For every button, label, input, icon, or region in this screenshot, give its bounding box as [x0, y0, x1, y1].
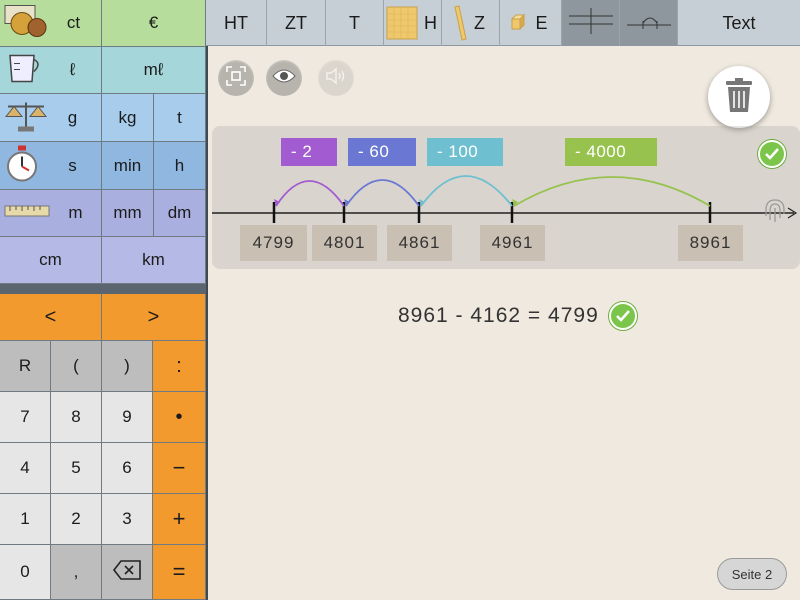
- unit-kilometer-button[interactable]: km: [102, 237, 206, 284]
- jump-arc-60: [345, 179, 420, 207]
- audio-button[interactable]: [318, 60, 354, 96]
- unit-centimeter-button[interactable]: cm: [0, 237, 102, 284]
- workspace: - 2 - 60 - 100 - 4000 4799 4801 4861 496…: [206, 46, 800, 600]
- unit-second-button[interactable]: s: [0, 142, 102, 190]
- equation-check-icon: [608, 302, 637, 330]
- trash-icon: [724, 77, 754, 118]
- key-4[interactable]: 4: [0, 443, 51, 494]
- key-open-paren[interactable]: (: [51, 341, 102, 392]
- hundred-block-icon: [386, 6, 418, 45]
- speaker-icon: [325, 66, 347, 90]
- jump-arc-4000: [513, 176, 711, 207]
- eye-icon: [272, 68, 296, 89]
- unit-hour-button[interactable]: h: [154, 142, 206, 190]
- page-button[interactable]: Seite 2: [717, 558, 787, 590]
- table-lines-icon: [567, 6, 615, 41]
- jump-label-60: - 60: [348, 138, 416, 166]
- jump-arc-100: [420, 175, 513, 207]
- equation-display: 8961 - 4162 = 4799: [398, 302, 637, 330]
- greater-than-button[interactable]: >: [102, 294, 206, 341]
- place-value-table-button[interactable]: [562, 0, 620, 46]
- key-equals[interactable]: =: [153, 545, 206, 600]
- key-0[interactable]: 0: [0, 545, 51, 600]
- unit-ct-button[interactable]: ct: [0, 0, 102, 47]
- key-multiply[interactable]: •: [153, 392, 206, 443]
- unit-euro-button[interactable]: €: [102, 0, 206, 47]
- key-backspace[interactable]: [102, 545, 153, 600]
- key-1[interactable]: 1: [0, 494, 51, 545]
- trash-button[interactable]: [708, 66, 770, 128]
- jump-label-4000: - 4000: [565, 138, 657, 166]
- tick-label-4801: 4801: [312, 225, 377, 261]
- key-close-paren[interactable]: ): [102, 341, 153, 392]
- tab-z[interactable]: Z: [442, 0, 500, 46]
- key-2[interactable]: 2: [51, 494, 102, 545]
- scan-button[interactable]: [218, 60, 254, 96]
- less-than-button[interactable]: <: [0, 294, 102, 341]
- unit-meter-button[interactable]: m: [0, 190, 102, 237]
- scale-icon: [4, 96, 48, 139]
- key-7[interactable]: 7: [0, 392, 51, 443]
- tab-h[interactable]: H: [384, 0, 442, 46]
- jump-label-100: - 100: [427, 138, 503, 166]
- number-line-check-icon: [758, 140, 786, 168]
- tick-label-4861: 4861: [387, 225, 452, 261]
- unit-tonne-button[interactable]: t: [154, 94, 206, 142]
- key-comma[interactable]: ,: [51, 545, 102, 600]
- unit-minute-button[interactable]: min: [102, 142, 154, 190]
- number-line-icon: [625, 9, 673, 38]
- view-button[interactable]: [266, 60, 302, 96]
- tick-label-8961: 8961: [678, 225, 743, 261]
- unit-cube-icon: [510, 13, 526, 35]
- equation-text: 8961 - 4162 = 4799: [398, 304, 599, 327]
- fingerprint-icon[interactable]: [760, 196, 790, 231]
- backspace-icon: [112, 559, 142, 586]
- tick-label-4799: 4799: [240, 225, 307, 261]
- unit-milliliter-button[interactable]: mℓ: [102, 47, 206, 94]
- key-divide[interactable]: :: [153, 341, 206, 392]
- number-line-panel: - 2 - 60 - 100 - 4000 4799 4801 4861 496…: [212, 126, 800, 269]
- stopwatch-icon: [4, 144, 40, 187]
- key-plus[interactable]: +: [153, 494, 206, 545]
- key-9[interactable]: 9: [102, 392, 153, 443]
- scan-icon: [225, 65, 247, 92]
- jump-arc-2: [275, 180, 345, 207]
- tick-label-4961: 4961: [480, 225, 545, 261]
- tab-e[interactable]: E: [500, 0, 562, 46]
- measuring-cup-icon: [4, 50, 44, 91]
- key-6[interactable]: 6: [102, 443, 153, 494]
- tab-zt[interactable]: ZT: [267, 0, 326, 46]
- money-icon: [4, 2, 50, 45]
- top-toolbar: HT ZT T H Z E Text: [206, 0, 800, 46]
- key-8[interactable]: 8: [51, 392, 102, 443]
- number-line-button[interactable]: [620, 0, 678, 46]
- key-minus[interactable]: −: [153, 443, 206, 494]
- tab-t[interactable]: T: [326, 0, 384, 46]
- unit-liter-button[interactable]: ℓ: [0, 47, 102, 94]
- text-button[interactable]: Text: [678, 0, 800, 46]
- unit-millimeter-button[interactable]: mm: [102, 190, 154, 237]
- jump-label-2: - 2: [281, 138, 337, 166]
- tab-ht[interactable]: HT: [206, 0, 267, 46]
- key-r[interactable]: R: [0, 341, 51, 392]
- ruler-icon: [4, 203, 50, 223]
- unit-gram-button[interactable]: g: [0, 94, 102, 142]
- unit-kilogram-button[interactable]: kg: [102, 94, 154, 142]
- key-5[interactable]: 5: [51, 443, 102, 494]
- ten-rod-icon: [452, 5, 468, 46]
- left-panel: ct € ℓ mℓ g kg t s min h m mm dm cm km <: [0, 0, 206, 600]
- unit-decimeter-button[interactable]: dm: [154, 190, 206, 237]
- key-3[interactable]: 3: [102, 494, 153, 545]
